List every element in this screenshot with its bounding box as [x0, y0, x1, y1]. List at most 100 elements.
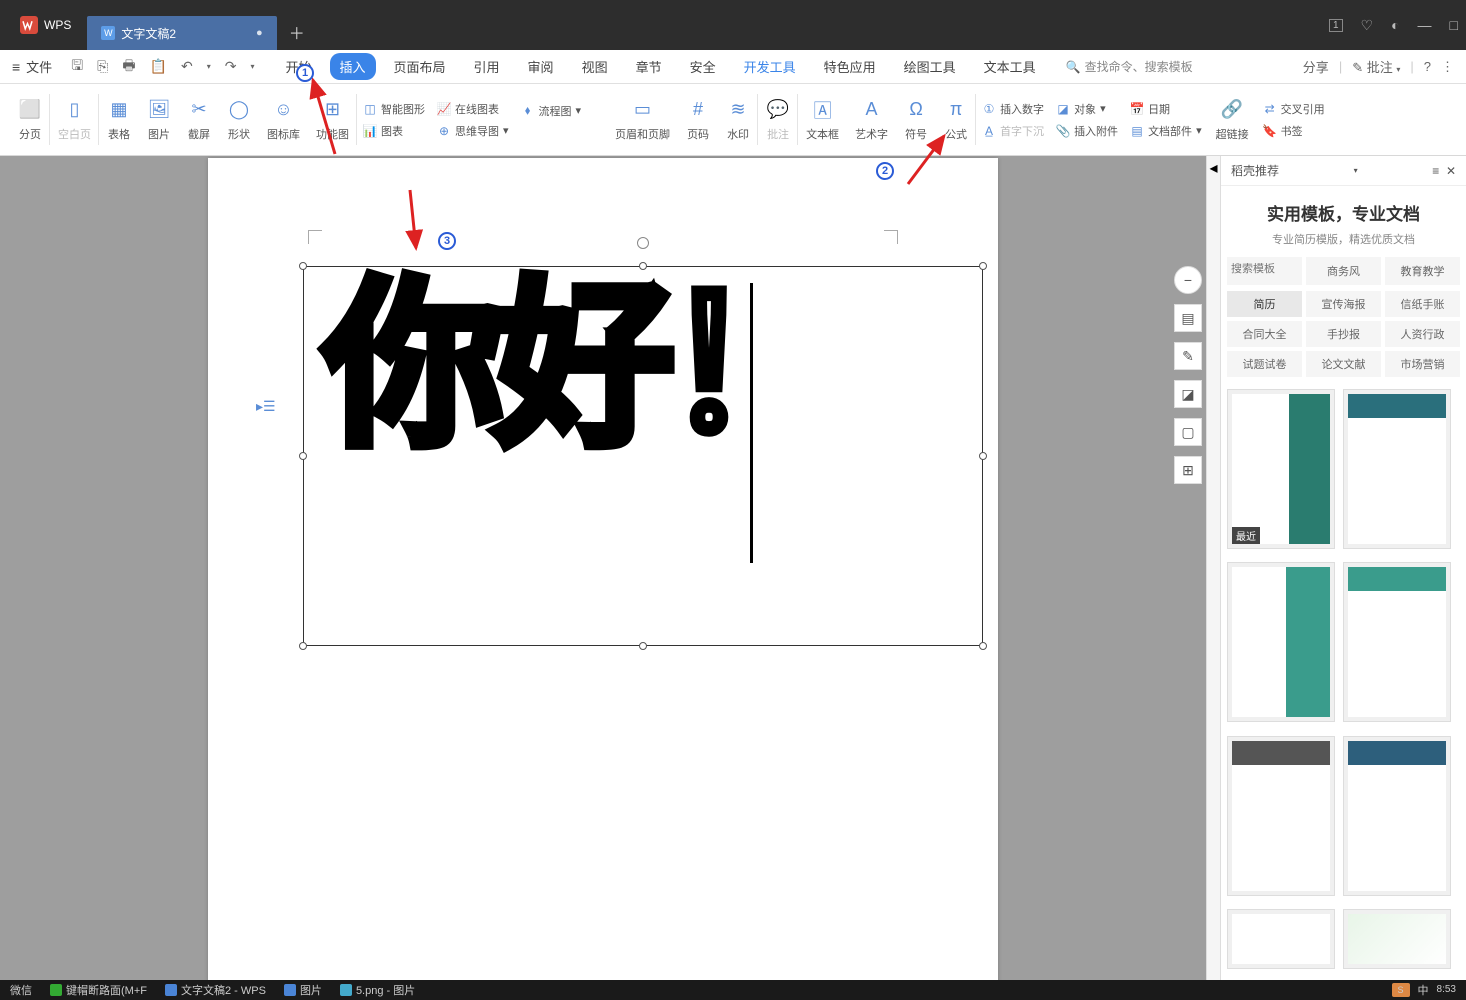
more-icon[interactable]: ⋮	[1441, 59, 1454, 75]
cat-poster[interactable]: 宣传海报	[1306, 291, 1381, 317]
resize-handle-tm[interactable]	[639, 262, 647, 270]
qat-more-icon[interactable]: ▾	[245, 62, 259, 71]
template-thumb[interactable]	[1343, 562, 1451, 722]
top-tab-edu[interactable]: 教育教学	[1385, 257, 1460, 285]
template-thumb[interactable]	[1227, 736, 1335, 896]
zoom-out-button[interactable]: −	[1174, 266, 1202, 294]
shape-button[interactable]: 形状	[228, 126, 250, 142]
attachment-button[interactable]: 📎插入附件	[1056, 123, 1118, 139]
template-thumbnails[interactable]: 最近	[1221, 383, 1466, 980]
file-menu[interactable]: 文件	[26, 57, 52, 76]
taskbar-png[interactable]: 5.png - 图片	[340, 982, 415, 998]
bookmark-button[interactable]: 🔖书签	[1263, 123, 1325, 139]
object-button[interactable]: ◪对象▾	[1056, 101, 1118, 117]
cat-marketing[interactable]: 市场营销	[1385, 351, 1460, 377]
resize-handle-bm[interactable]	[639, 642, 647, 650]
tab-references[interactable]: 引用	[464, 53, 510, 80]
drop-cap-button[interactable]: A̲首字下沉	[982, 123, 1044, 139]
ime-lang[interactable]: 中	[1418, 982, 1429, 998]
resize-handle-ml[interactable]	[299, 452, 307, 460]
cat-hr[interactable]: 人资行政	[1385, 321, 1460, 347]
print-icon[interactable]: 🖶	[117, 55, 140, 79]
undo-caret-icon[interactable]: ▾	[202, 62, 216, 71]
header-footer-button[interactable]: 页眉和页脚	[615, 126, 670, 142]
tab-security[interactable]: 安全	[680, 53, 726, 80]
blank-page-button[interactable]: 空白页	[58, 126, 91, 142]
page-number-button[interactable]: 页码	[687, 126, 709, 142]
ribbon-comment-button[interactable]: 批注	[767, 126, 789, 142]
date-button[interactable]: 📅日期	[1130, 101, 1202, 117]
mindmap-button[interactable]: ⊕思维导图 ▾	[437, 123, 509, 139]
template-search[interactable]	[1227, 257, 1302, 285]
frame-tool-button[interactable]: ▢	[1174, 418, 1202, 446]
cat-handout[interactable]: 手抄报	[1306, 321, 1381, 347]
badge-icon[interactable]: 1	[1329, 19, 1343, 32]
layout-tool-button[interactable]: ▤	[1174, 304, 1202, 332]
cross-ref-button[interactable]: ⇄交叉引用	[1263, 101, 1325, 117]
wps-logo[interactable]: WPS	[8, 0, 83, 50]
grid-tool-button[interactable]: ⊞	[1174, 456, 1202, 484]
picture-button[interactable]: 图片	[148, 126, 170, 142]
chart-button[interactable]: 📊图表	[363, 123, 425, 139]
textbox-button[interactable]: 文本框	[806, 126, 839, 142]
skin-icon[interactable]: ♡	[1361, 17, 1374, 34]
user-icon[interactable]: ◐	[1391, 17, 1399, 33]
new-tab-button[interactable]: ＋	[289, 20, 305, 44]
cat-resume[interactable]: 简历	[1227, 291, 1302, 317]
page-break-button[interactable]: 分页	[19, 126, 41, 142]
cat-contract[interactable]: 合同大全	[1227, 321, 1302, 347]
online-chart-button[interactable]: 📈在线图表	[437, 101, 509, 117]
watermark-button[interactable]: 水印	[727, 126, 749, 142]
tab-view[interactable]: 视图	[572, 53, 618, 80]
tab-page-layout[interactable]: 页面布局	[384, 53, 456, 80]
share-button[interactable]: 分享	[1303, 57, 1329, 76]
tab-text-tools[interactable]: 文本工具	[974, 53, 1046, 80]
maximize-icon[interactable]: □	[1450, 17, 1458, 33]
command-search[interactable]: 🔍 查找命令、搜索模板	[1066, 58, 1193, 75]
insert-number-button[interactable]: ①插入数字	[982, 101, 1044, 117]
pen-tool-button[interactable]: ✎	[1174, 342, 1202, 370]
comment-button[interactable]: ✎ 批注 ▾	[1352, 57, 1400, 76]
redo-icon[interactable]: ↷	[220, 58, 242, 75]
cat-exam[interactable]: 试题试卷	[1227, 351, 1302, 377]
textbox-content[interactable]: 你好！	[304, 267, 982, 467]
template-thumb[interactable]	[1343, 389, 1451, 549]
taskbar-app-1[interactable]: 键帽断路面(M+F	[50, 982, 147, 998]
panel-close-icon[interactable]: ✕	[1446, 164, 1456, 178]
screenshot-button[interactable]: 截屏	[188, 126, 210, 142]
taskbar-wechat[interactable]: 微信	[10, 982, 32, 998]
hamburger-icon[interactable]: ≡	[12, 59, 20, 75]
undo-icon[interactable]: ↶	[176, 58, 198, 75]
resize-handle-br[interactable]	[979, 642, 987, 650]
tab-special[interactable]: 特色应用	[814, 53, 886, 80]
paste-icon[interactable]: 📋	[145, 58, 172, 75]
tab-review[interactable]: 审阅	[518, 53, 564, 80]
cat-thesis[interactable]: 论文文献	[1306, 351, 1381, 377]
ime-badge[interactable]: S	[1392, 983, 1410, 997]
resize-handle-tr[interactable]	[979, 262, 987, 270]
top-tab-business[interactable]: 商务风	[1306, 257, 1381, 285]
panel-collapse-button[interactable]: ◂	[1206, 156, 1220, 980]
template-thumb[interactable]	[1343, 736, 1451, 896]
gallery-button[interactable]: 图标库	[267, 126, 300, 142]
template-thumb[interactable]	[1343, 909, 1451, 969]
close-tab-icon[interactable]: ●	[256, 27, 263, 39]
tab-developer[interactable]: 开发工具	[734, 53, 806, 80]
document-scroll[interactable]: ▸☰ 你好！ − ▤ ✎ ◪ ▢	[0, 156, 1206, 980]
save-icon[interactable]: 🖫	[66, 55, 88, 79]
template-thumb[interactable]	[1227, 909, 1335, 969]
template-search-input[interactable]	[1231, 263, 1298, 275]
cat-letter[interactable]: 信纸手账	[1385, 291, 1460, 317]
resize-handle-mr[interactable]	[979, 452, 987, 460]
text-box[interactable]: 你好！	[303, 266, 983, 646]
tab-drawing-tools[interactable]: 绘图工具	[894, 53, 966, 80]
rotate-handle[interactable]	[637, 237, 649, 249]
tab-section[interactable]: 章节	[626, 53, 672, 80]
page[interactable]: ▸☰ 你好！	[208, 158, 998, 980]
doc-parts-button[interactable]: ▤文档部件▾	[1130, 123, 1202, 139]
template-thumb[interactable]: 最近	[1227, 389, 1335, 549]
highlight-tool-button[interactable]: ◪	[1174, 380, 1202, 408]
minimize-icon[interactable]: —	[1418, 17, 1432, 33]
smartart-button[interactable]: ◫智能图形	[363, 101, 425, 117]
print-preview-icon[interactable]: ⎘	[92, 58, 113, 75]
